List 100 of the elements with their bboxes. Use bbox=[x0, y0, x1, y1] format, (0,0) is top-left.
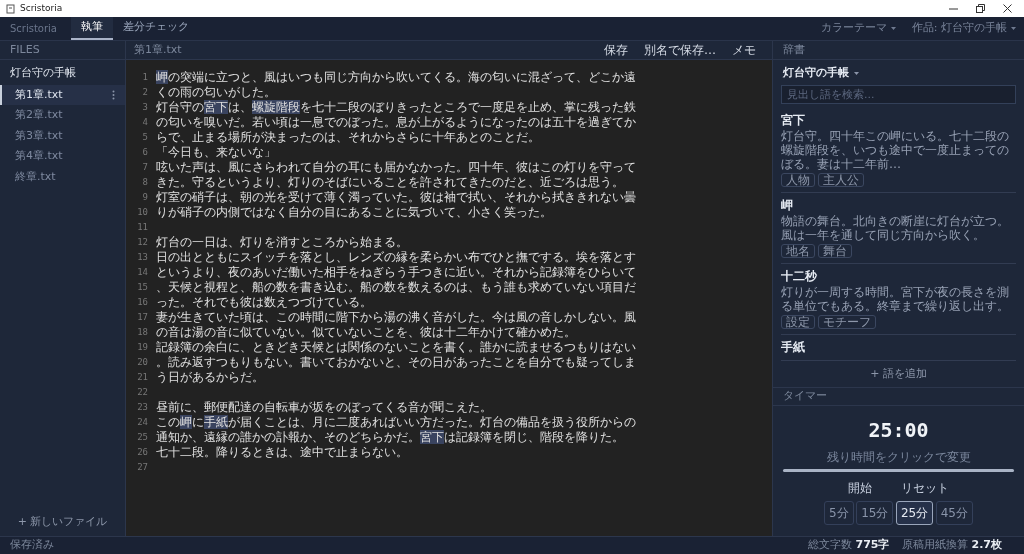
app-icon bbox=[6, 3, 15, 14]
line-number: 27 bbox=[136, 461, 149, 474]
entry-description: 灯りが一周する時間。宮下が夜の長さを測る単位でもある。終章まで繰り返し出す。 bbox=[781, 284, 1010, 313]
line-number: 4 bbox=[141, 116, 149, 129]
file-item[interactable]: 第4章.txt bbox=[0, 146, 125, 167]
line-number: 1 bbox=[141, 71, 149, 84]
text-line: くの雨の匂いがした。 bbox=[156, 85, 276, 100]
timer-display[interactable]: 25:00 bbox=[868, 415, 929, 445]
toolbar-button[interactable]: 別名で保存… bbox=[636, 41, 724, 59]
file-item[interactable]: 第3章.txt bbox=[0, 125, 125, 146]
entry-title: 十二秒 bbox=[781, 267, 818, 285]
preset-button[interactable]: 15分 bbox=[856, 500, 894, 525]
panel-heading: タイマー bbox=[783, 388, 827, 405]
panel-heading: 辞書 bbox=[783, 41, 805, 58]
line-number: 12 bbox=[136, 236, 149, 249]
text-line: 灯室の硝子は、朝の光を受けて薄く濁っていた。彼は袖で拭い、それから拭ききれない曇 bbox=[156, 190, 636, 205]
stat-value: 2.7枚 bbox=[971, 537, 1002, 554]
text-line: りが硝子の内側ではなく自分の目にあることに気づいて、小さく笑った。 bbox=[156, 205, 552, 220]
caret-icon bbox=[890, 27, 896, 30]
text-line: きた。守るというより、灯りのそばにいることを許されてきたのだと、近ごろは思う。 bbox=[156, 175, 624, 190]
entry-title: 岬 bbox=[781, 196, 794, 214]
tab[interactable]: 差分チェック bbox=[113, 17, 199, 40]
line-number: 19 bbox=[136, 341, 149, 354]
tag: 舞台 bbox=[818, 243, 852, 258]
file-item[interactable]: 終章.txt bbox=[0, 166, 125, 187]
line-number: 11 bbox=[136, 221, 149, 234]
tag: モチーフ bbox=[818, 314, 876, 329]
line-number: 8 bbox=[141, 176, 149, 189]
more-icon[interactable] bbox=[112, 89, 115, 100]
add-term-button[interactable]: + 語を追加 bbox=[864, 364, 933, 383]
text-line: の音は湯の音に似ていない。似ていないことを、彼は十二年かけて確かめた。 bbox=[156, 325, 576, 340]
line-number: 5 bbox=[141, 131, 149, 144]
line-number: 26 bbox=[136, 446, 149, 459]
entry-title: 宮下 bbox=[781, 111, 806, 129]
line-number: 2 bbox=[141, 86, 149, 99]
line-number: 24 bbox=[136, 416, 149, 429]
line-number: 13 bbox=[136, 251, 149, 264]
text-line: 。読み返すつもりもない。書いておかないと、その日があったことを自分でも疑ってしま bbox=[156, 355, 636, 370]
text-line: 妻が生きていた頃は、この時間に階下から湯の沸く音がした。今は風の音しかしない。風 bbox=[156, 310, 636, 325]
text-line: らで、止まる場所が決まったのは、それからさらに十年あとのことだ。 bbox=[156, 130, 540, 145]
text-line: 呟いた声は、風にさらわれて自分の耳にも届かなかった。四十年、彼はこの灯りを守って bbox=[156, 160, 636, 175]
collection-dropdown[interactable]: 灯台守の手帳 bbox=[773, 60, 1024, 85]
entry-description: 灯台守。四十年この岬にいる。七十二段の螺旋階段を、いつも途中で一度止まってのぼる。妻は十二年前… bbox=[781, 128, 1010, 171]
line-number: 3 bbox=[141, 101, 149, 114]
file-item[interactable]: 第1章.txt bbox=[0, 84, 125, 105]
line-number: 9 bbox=[141, 191, 149, 204]
line-number: 15 bbox=[136, 281, 149, 294]
line-number: 16 bbox=[136, 296, 149, 309]
toolbar-button[interactable]: 保存 bbox=[596, 41, 636, 59]
dropdown-menu-button[interactable]: 作品: 灯台守の手帳 bbox=[903, 17, 1024, 40]
line-number: 17 bbox=[136, 311, 149, 324]
preset-button[interactable]: 45分 bbox=[935, 500, 973, 525]
text-line: 灯台の一日は、灯りを消すところから始まる。 bbox=[156, 235, 408, 250]
preset-button[interactable]: 5分 bbox=[824, 500, 854, 525]
restore-icon[interactable] bbox=[976, 3, 985, 14]
caret-icon bbox=[1011, 27, 1016, 30]
text-line: 記録簿の余白に、ときどき天候とは関係のないことを書く。誰かに読ませるつもりはない bbox=[156, 340, 636, 355]
line-number: 6 bbox=[141, 146, 149, 159]
text-line: 昼前に、郵便配達の自転車が坂をのぼってくる音が聞こえた。 bbox=[156, 400, 492, 415]
line-number: 18 bbox=[136, 326, 149, 339]
line-number: 10 bbox=[136, 206, 149, 219]
stat-value: 775字 bbox=[855, 537, 890, 554]
dropdown-menu-button[interactable]: カラーテーマ bbox=[812, 17, 904, 40]
window-title: Scristoria bbox=[20, 1, 63, 15]
app-name: Scristoria bbox=[10, 22, 57, 36]
tag: 人物 bbox=[781, 172, 815, 187]
file-item[interactable]: 第2章.txt bbox=[0, 105, 125, 126]
file-name-label: 第1章.txt bbox=[134, 41, 182, 58]
stat-label: 総文字数 bbox=[807, 537, 852, 554]
line-number: 22 bbox=[136, 386, 149, 399]
panel-heading: FILES bbox=[10, 41, 40, 58]
line-number: 25 bbox=[136, 431, 149, 444]
entry-description: 物語の舞台。北向きの断崖に灯台が立つ。風は一年を通して同じ方向から吹く。 bbox=[781, 213, 1010, 242]
preset-button[interactable]: 25分 bbox=[895, 500, 934, 525]
status-text: 保存済み bbox=[10, 537, 54, 554]
entry-title: 手紙 bbox=[781, 338, 806, 356]
text-line: というより、夜のあいだ働いた相手をねぎらう手つきに近い。それから記録簿をひらいて bbox=[156, 265, 636, 280]
timer-button[interactable]: 開始 bbox=[836, 477, 884, 498]
line-number: 21 bbox=[136, 371, 149, 384]
timer-hint: 残り時間をクリックで変更 bbox=[826, 449, 971, 466]
text-line: 灯台守の宮下は、螺旋階段を七十二段のぼりきったところで一度足を止め、掌に残った鉄 bbox=[156, 100, 636, 115]
timer-button[interactable]: リセット bbox=[889, 477, 961, 498]
text-line: 七十二段。降りるときは、途中で止まらない。 bbox=[156, 445, 408, 460]
toolbar-button[interactable]: メモ bbox=[724, 41, 764, 59]
text-line: 日の出とともにスイッチを落とし、レンズの縁を柔らかい布でひと撫でする。埃を落とす bbox=[156, 250, 636, 265]
search-field[interactable]: 見出し語を検索... bbox=[781, 84, 1016, 104]
close-icon[interactable] bbox=[1003, 3, 1012, 14]
stat-label: 原稿用紙換算 bbox=[901, 537, 968, 554]
text-line: う日があるからだ。 bbox=[156, 370, 264, 385]
text-line: 岬の突端に立つと、風はいつも同じ方向から吹いてくる。海の匂いに混ざって、どこか遠 bbox=[156, 70, 636, 85]
tag: 設定 bbox=[781, 314, 815, 329]
tab[interactable]: 執筆 bbox=[71, 17, 113, 40]
line-number: 7 bbox=[141, 161, 149, 174]
line-number: 20 bbox=[136, 356, 149, 369]
new-file-button[interactable]: + 新しいファイル bbox=[11, 512, 114, 531]
tag: 地名 bbox=[781, 243, 815, 258]
text-line: の匂いを嗅いだ。若い頃は一息でのぼった。息が上がるようになったのは五十を過ぎてか bbox=[156, 115, 636, 130]
text-line: この岬に手紙が届くことは、月に二度あればいい方だった。灯台の備品を扱う役所からの bbox=[156, 415, 636, 430]
text-line: った。それでも彼は数えつづけている。 bbox=[156, 295, 372, 310]
text-line: 、天候と視程と、船の数を書き込む。船の数を数えるのは、もう誰も求めていない項目だ bbox=[156, 280, 636, 295]
